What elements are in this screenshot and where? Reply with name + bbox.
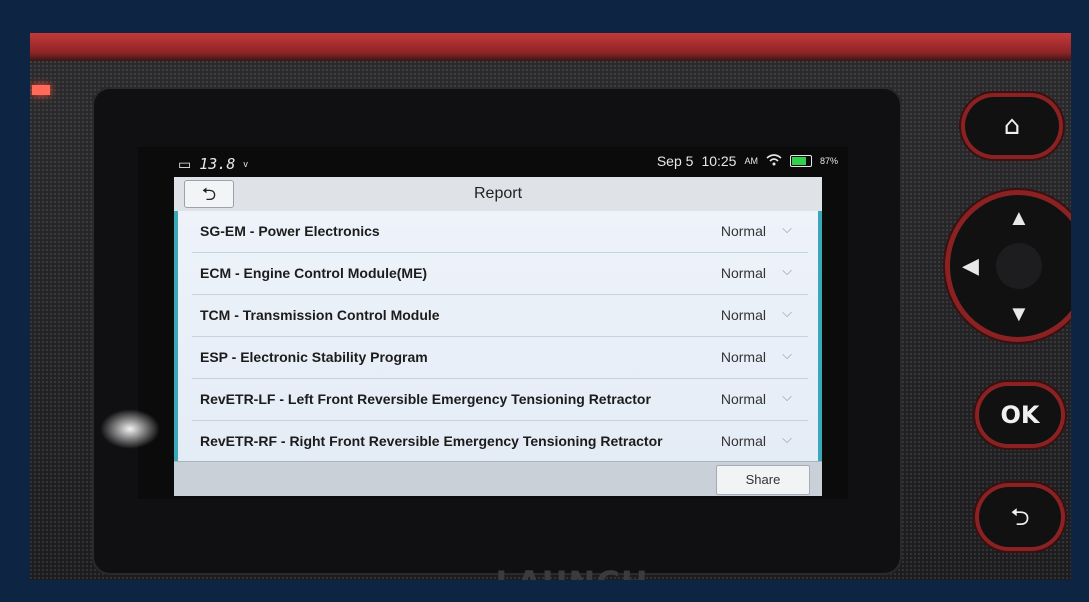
dpad[interactable]: ▲ ◀ ▼	[950, 195, 1071, 337]
chevron-down-icon[interactable]: ⌵	[782, 389, 792, 405]
home-hardware-button[interactable]: ⌂	[965, 97, 1059, 155]
status-value: Normal	[720, 265, 766, 281]
status-ampm: AM	[744, 156, 758, 166]
voltage-value: 13.8	[199, 155, 236, 173]
share-button[interactable]: Share	[716, 465, 810, 495]
car-battery-icon: ▭	[178, 155, 192, 172]
status-bar: ▭ 13.8 v Sep 5 10:25 AM 87%	[138, 147, 848, 177]
report-row[interactable]: SG-EM - Power Electronics Normal ⌵	[192, 211, 808, 253]
status-value: Normal	[720, 349, 766, 365]
module-label: RevETR-RF - Right Front Reversible Emerg…	[200, 433, 663, 449]
chevron-down-icon[interactable]: ⌵	[782, 431, 792, 447]
device-red-rim	[30, 33, 1071, 61]
report-row[interactable]: RevETR-LF - Left Front Reversible Emerge…	[192, 379, 808, 421]
module-label: RevETR-LF - Left Front Reversible Emerge…	[200, 391, 651, 407]
report-row[interactable]: ESP - Electronic Stability Program Norma…	[192, 337, 808, 379]
status-value: Normal	[720, 433, 766, 449]
module-label: SG-EM - Power Electronics	[200, 223, 380, 239]
chevron-down-icon[interactable]: ⌵	[782, 305, 792, 321]
brand-logo: LAUNCH	[472, 564, 672, 580]
status-value: Normal	[720, 223, 766, 239]
device-photo: LAUNCH ▭ 13.8 v Sep 5 10:25 AM 87% ⮌	[30, 33, 1071, 580]
chevron-down-icon[interactable]: ⌵	[782, 347, 792, 363]
module-label: TCM - Transmission Control Module	[200, 307, 440, 323]
screen-glare	[100, 409, 160, 449]
status-left: ▭ 13.8 v	[178, 155, 248, 173]
module-label: ESP - Electronic Stability Program	[200, 349, 428, 365]
arrow-down-icon[interactable]: ▼	[1008, 301, 1030, 327]
status-right: Sep 5 10:25 AM 87%	[657, 153, 838, 169]
chevron-down-icon[interactable]: ⌵	[782, 221, 792, 237]
wifi-icon	[766, 153, 782, 169]
back-arrow-icon: ⮌	[1010, 503, 1030, 531]
report-list[interactable]: SG-EM - Power Electronics Normal ⌵ ECM -…	[174, 211, 822, 461]
page-title: Report	[473, 185, 523, 202]
device-screen: ▭ 13.8 v Sep 5 10:25 AM 87% ⮌ Report SG-…	[138, 147, 848, 499]
home-icon: ⌂	[1003, 111, 1021, 141]
status-led	[32, 85, 50, 95]
status-time: 10:25	[701, 153, 737, 169]
footer-bar: Share	[174, 461, 822, 496]
arrow-left-icon[interactable]: ◀	[962, 253, 979, 279]
voltage-unit: v	[243, 159, 248, 169]
chevron-down-icon[interactable]: ⌵	[782, 263, 792, 279]
report-row[interactable]: ECM - Engine Control Module(ME) Normal ⌵	[192, 253, 808, 295]
battery-icon	[789, 155, 812, 167]
ok-hardware-button[interactable]: OK	[979, 386, 1061, 444]
battery-percent: 87%	[819, 156, 838, 166]
status-value: Normal	[720, 307, 766, 323]
report-row[interactable]: RevETR-RF - Right Front Reversible Emerg…	[192, 421, 808, 461]
back-hardware-button[interactable]: ⮌	[979, 487, 1061, 547]
status-value: Normal	[720, 391, 766, 407]
report-row[interactable]: TCM - Transmission Control Module Normal…	[192, 295, 808, 337]
arrow-up-icon[interactable]: ▲	[1008, 205, 1030, 231]
dpad-center	[996, 243, 1042, 289]
title-bar: ⮌ Report	[174, 177, 822, 212]
module-label: ECM - Engine Control Module(ME)	[200, 265, 428, 281]
status-date: Sep 5	[656, 153, 694, 169]
